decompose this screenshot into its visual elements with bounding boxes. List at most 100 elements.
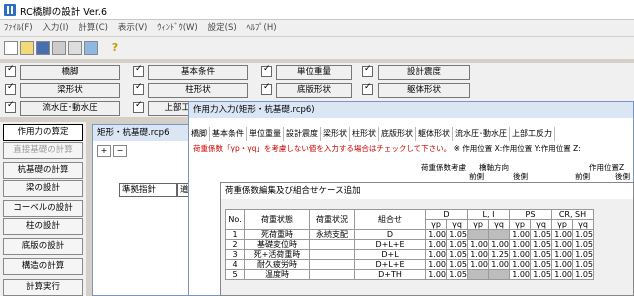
factor-cell[interactable]: 1.00 (425, 269, 447, 280)
row-no: 1 (225, 229, 245, 240)
checkbox[interactable] (133, 82, 144, 95)
tab-superstructure[interactable]: 上部工反力 (510, 127, 555, 141)
option-footing-button[interactable]: 底版形状 (276, 83, 352, 98)
option-weight-button[interactable]: 単位重量 (276, 65, 352, 80)
option-pier-button[interactable]: 橋脚 (20, 65, 120, 80)
left-button[interactable]: 梁の設計 (3, 180, 83, 197)
checkbox[interactable] (133, 100, 144, 113)
factor-cell[interactable]: 1.05 (446, 269, 468, 280)
left-button[interactable]: 柱の設計 (3, 218, 83, 235)
factor-cell[interactable]: 1.00 (509, 259, 531, 270)
preview-icon[interactable] (68, 41, 82, 55)
tab-seismic[interactable]: 設計震度 (284, 127, 321, 141)
factor-cell[interactable]: 1.05 (572, 239, 594, 250)
factor-cell[interactable] (488, 269, 510, 280)
factor-cell[interactable]: 1.00 (551, 239, 573, 250)
option-body-button[interactable]: 躯体形状 (378, 83, 470, 98)
left-button[interactable]: 直接基礎の計算 (3, 142, 83, 159)
tab-pier[interactable]: 橋脚 (189, 127, 210, 141)
help-icon[interactable]: ? (108, 41, 122, 55)
factor-cell[interactable]: 1.05 (572, 249, 594, 260)
checkbox[interactable] (362, 64, 373, 77)
checkbox[interactable] (261, 82, 272, 95)
factor-cell[interactable]: 1.00 (551, 259, 573, 270)
factor-cell[interactable]: 1.00 (467, 239, 489, 250)
tab-body[interactable]: 躯体形状 (416, 127, 453, 141)
factor-cell[interactable]: 1.05 (572, 229, 594, 240)
option-seismic-button[interactable]: 設計震度 (378, 65, 470, 80)
tab-column[interactable]: 柱形状 (350, 127, 379, 141)
factor-cell[interactable]: 1.05 (446, 259, 468, 270)
left-button[interactable]: 底版の設計 (3, 238, 83, 255)
checkbox[interactable] (133, 64, 144, 77)
factor-cell[interactable]: 1.25 (488, 249, 510, 260)
factor-cell[interactable]: 1.00 (488, 239, 510, 250)
factor-cell[interactable]: 1.05 (530, 269, 552, 280)
menu-help[interactable]: ﾍﾙﾌﾟ(H) (247, 20, 277, 36)
checkbox[interactable] (261, 64, 272, 77)
menu-view[interactable]: 表示(V) (118, 20, 147, 36)
factor-cell[interactable]: 1.05 (530, 239, 552, 250)
zoom-in-icon[interactable]: + (97, 145, 111, 157)
factor-cell[interactable]: 1.05 (572, 269, 594, 280)
factor-cell[interactable]: 1.00 (425, 239, 447, 250)
save-icon[interactable] (36, 41, 50, 55)
option-water-button[interactable]: 流水圧･動水圧 (20, 101, 120, 116)
factor-cell[interactable]: 1.00 (509, 249, 531, 260)
factor-cell[interactable]: 1.00 (425, 249, 447, 260)
menu-calc[interactable]: 計算(C) (78, 20, 108, 36)
tab-footing[interactable]: 底版形状 (379, 127, 416, 141)
factor-cell[interactable]: 1.00 (467, 249, 489, 260)
factor-cell[interactable] (467, 229, 489, 240)
factor-cell[interactable]: 1.00 (551, 229, 573, 240)
option-column-button[interactable]: 柱形状 (148, 83, 248, 98)
app-icon (4, 4, 16, 16)
left-button[interactable]: コーベルの設計 (3, 200, 83, 217)
checkbox[interactable] (362, 82, 373, 95)
factor-cell[interactable]: 1.00 (551, 269, 573, 280)
option-row-1: 橋脚 基本条件 単位重量 設計震度 (0, 63, 634, 81)
factor-cell[interactable] (488, 229, 510, 240)
tab-weight[interactable]: 単位重量 (247, 127, 284, 141)
factor-cell[interactable]: 1.00 (509, 239, 531, 250)
print-icon[interactable] (52, 41, 66, 55)
menu-input[interactable]: 入力(I) (42, 20, 68, 36)
zoom-out-icon[interactable]: − (113, 145, 127, 157)
factor-cell[interactable]: 1.00 (488, 259, 510, 270)
factor-cell[interactable]: 1.00 (425, 259, 447, 270)
tab-basic[interactable]: 基本条件 (210, 127, 247, 141)
checkbox[interactable] (5, 64, 16, 77)
left-button[interactable]: 構造の計算 (3, 258, 83, 275)
new-icon[interactable] (4, 41, 18, 55)
factor-cell[interactable]: 1.00 (467, 259, 489, 270)
option-basic-button[interactable]: 基本条件 (148, 65, 248, 80)
factor-cell[interactable]: 1.00 (425, 229, 447, 240)
menu-window[interactable]: ｳｨﾝﾄﾞｳ(W) (157, 20, 198, 36)
factor-cell[interactable]: 1.05 (446, 249, 468, 260)
factor-cell[interactable]: 1.00 (509, 229, 531, 240)
factor-cell[interactable]: 1.05 (446, 239, 468, 250)
table-row: 4 耐久疲労時 D+L+E 1.00 1.05 1.00 1.00 1.00 1.05 1.00 1… (225, 259, 594, 270)
tab-beam[interactable]: 梁形状 (321, 127, 350, 141)
left-button[interactable]: 杭基礎の計算 (3, 162, 83, 179)
menu-settings[interactable]: 設定(S) (208, 20, 237, 36)
left-button[interactable]: 計算実行 (3, 279, 83, 296)
menu-file[interactable]: ﾌｧｲﾙ(F) (4, 20, 33, 36)
factor-cell[interactable]: 1.05 (446, 229, 468, 240)
sub-gq: γq (446, 219, 468, 230)
checkbox[interactable] (5, 100, 16, 113)
factor-cell[interactable]: 1.05 (572, 259, 594, 270)
option-beam-button[interactable]: 梁形状 (20, 83, 120, 98)
factor-cell[interactable] (467, 269, 489, 280)
checkbox[interactable] (5, 82, 16, 95)
factor-cell[interactable]: 1.00 (509, 269, 531, 280)
image-icon[interactable] (84, 41, 98, 55)
left-button[interactable]: 作用力の算定 (3, 124, 83, 141)
left-panel: 作用力の算定 直接基礎の計算 杭基礎の計算 梁の設計 コーベルの設計 柱の設計 … (0, 122, 86, 296)
open-icon[interactable] (20, 41, 34, 55)
factor-cell[interactable]: 1.05 (530, 259, 552, 270)
factor-cell[interactable]: 1.05 (530, 229, 552, 240)
factor-cell[interactable]: 1.00 (551, 249, 573, 260)
factor-cell[interactable]: 1.05 (530, 249, 552, 260)
tab-water[interactable]: 流水圧･動水圧 (453, 127, 510, 141)
